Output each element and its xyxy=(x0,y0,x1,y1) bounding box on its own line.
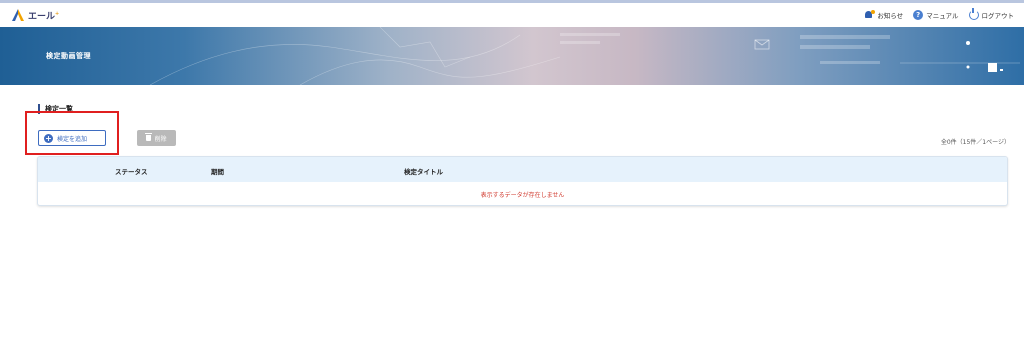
logout-label: ログアウト xyxy=(981,12,1015,20)
notice-label: お知らせ xyxy=(877,12,904,20)
empty-message: 表示するデータが存在しません xyxy=(480,192,565,199)
add-exam-label: 検定を追加 xyxy=(57,135,88,143)
app-header: エール+ お知らせ ? マニュアル ログアウト xyxy=(0,3,1024,27)
brand-name: エール+ xyxy=(28,10,60,22)
trash-icon xyxy=(145,133,153,141)
logout-link[interactable]: ログアウト xyxy=(968,8,1015,20)
manual-link[interactable]: ? マニュアル xyxy=(913,10,959,20)
notice-link[interactable]: お知らせ xyxy=(864,10,903,20)
table-header: ステータス 期間 検定タイトル xyxy=(38,157,1007,182)
banner-graphic xyxy=(149,27,1020,85)
plus-icon: + xyxy=(44,133,53,143)
column-period[interactable]: 期間 xyxy=(211,166,224,176)
result-count: 全0件（15件／1ページ） xyxy=(940,139,1010,146)
bell-icon xyxy=(864,10,876,20)
exam-table: ステータス 期間 検定タイトル 表示するデータが存在しません xyxy=(37,156,1008,206)
column-status[interactable]: ステータス xyxy=(115,166,148,176)
column-exam-title[interactable]: 検定タイトル xyxy=(404,166,443,176)
brand-logo[interactable]: エール+ xyxy=(12,9,59,22)
delete-label: 削除 xyxy=(154,135,167,143)
add-exam-button[interactable]: + 検定を追加 xyxy=(38,130,106,146)
page-banner: 検定動画管理 xyxy=(0,27,1024,85)
help-icon: ? xyxy=(913,10,924,20)
delete-button[interactable]: 削除 xyxy=(137,130,176,146)
manual-label: マニュアル xyxy=(926,12,959,20)
logo-mark-icon xyxy=(12,9,24,21)
power-icon xyxy=(968,8,979,20)
page-title: 検定動画管理 xyxy=(46,52,91,60)
